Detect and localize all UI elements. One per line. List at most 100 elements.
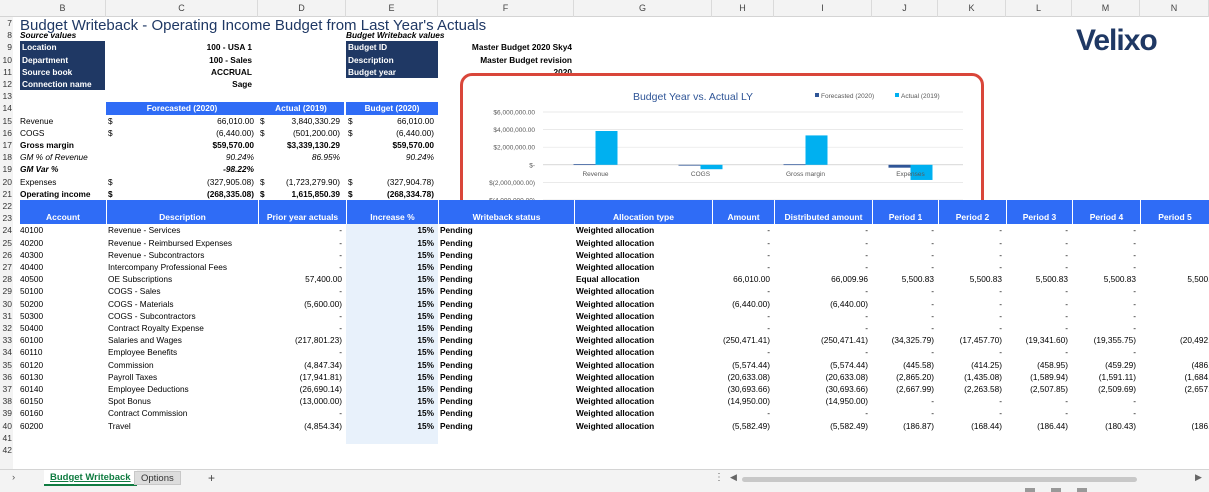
- table-cell[interactable]: 15%: [348, 224, 434, 236]
- table-cell[interactable]: -: [260, 249, 342, 261]
- table-cell[interactable]: Pending: [440, 237, 570, 249]
- table-cell[interactable]: -: [1142, 310, 1209, 322]
- table-cell[interactable]: 57,400.00: [260, 273, 342, 285]
- table-cell[interactable]: -: [1074, 407, 1136, 419]
- table-cell[interactable]: Pending: [440, 395, 570, 407]
- table-cell[interactable]: Payroll Taxes: [108, 371, 254, 383]
- row-number[interactable]: 35: [0, 359, 13, 371]
- table-cell[interactable]: (30,693.66): [776, 383, 868, 395]
- table-cell[interactable]: -: [1142, 261, 1209, 273]
- table-cell[interactable]: Pending: [440, 224, 570, 236]
- row-number[interactable]: 33: [0, 334, 13, 346]
- table-cell[interactable]: 15%: [348, 346, 434, 358]
- table-cell[interactable]: -: [776, 310, 868, 322]
- table-cell[interactable]: -: [776, 249, 868, 261]
- table-cell[interactable]: -: [1142, 322, 1209, 334]
- table-cell[interactable]: 15%: [348, 249, 434, 261]
- row-number[interactable]: 34: [0, 346, 13, 358]
- table-cell[interactable]: -: [1142, 285, 1209, 297]
- table-cell[interactable]: -: [874, 346, 934, 358]
- table-cell[interactable]: Employee Benefits: [108, 346, 254, 358]
- table-cell[interactable]: (20,633.08): [714, 371, 770, 383]
- table-cell[interactable]: 60140: [20, 383, 100, 395]
- table-cell[interactable]: (217,801.23): [260, 334, 342, 346]
- table-cell[interactable]: COGS - Materials: [108, 298, 254, 310]
- row-number[interactable]: 29: [0, 285, 13, 297]
- row-number[interactable]: 32: [0, 322, 13, 334]
- table-cell[interactable]: (1,684.5: [1142, 371, 1209, 383]
- table-cell[interactable]: (445.58): [874, 359, 934, 371]
- table-cell[interactable]: -: [714, 249, 770, 261]
- table-cell[interactable]: 60100: [20, 334, 100, 346]
- row-number[interactable]: 25: [0, 237, 13, 249]
- table-cell[interactable]: Pending: [440, 273, 570, 285]
- table-cell[interactable]: 60160: [20, 407, 100, 419]
- table-cell[interactable]: -: [776, 346, 868, 358]
- table-cell[interactable]: 50200: [20, 298, 100, 310]
- row-number[interactable]: 17: [0, 139, 13, 151]
- row-number[interactable]: 9: [0, 41, 13, 53]
- column-header-G[interactable]: G: [574, 0, 712, 17]
- table-cell[interactable]: Weighted allocation: [576, 322, 708, 334]
- table-header-period-4[interactable]: Period 4: [1072, 200, 1140, 225]
- table-cell[interactable]: 40200: [20, 237, 100, 249]
- table-cell[interactable]: (14,950.00): [714, 395, 770, 407]
- table-cell[interactable]: -: [776, 285, 868, 297]
- table-cell[interactable]: Pending: [440, 310, 570, 322]
- table-cell[interactable]: Pending: [440, 261, 570, 273]
- table-cell[interactable]: (14,950.00): [776, 395, 868, 407]
- table-cell[interactable]: -: [1074, 346, 1136, 358]
- table-cell[interactable]: 15%: [348, 383, 434, 395]
- table-cell[interactable]: -: [776, 261, 868, 273]
- table-cell[interactable]: Spot Bonus: [108, 395, 254, 407]
- scroll-left-icon[interactable]: ◀: [730, 472, 737, 483]
- table-cell[interactable]: (4,847.34): [260, 359, 342, 371]
- page-break-icon[interactable]: [1077, 488, 1087, 492]
- table-header-period-5[interactable]: Period 5: [1140, 200, 1209, 225]
- table-cell[interactable]: COGS - Sales: [108, 285, 254, 297]
- table-cell[interactable]: -: [874, 407, 934, 419]
- table-cell[interactable]: (486.2: [1142, 359, 1209, 371]
- column-header-H[interactable]: H: [712, 0, 774, 17]
- table-cell[interactable]: 15%: [348, 298, 434, 310]
- table-cell[interactable]: -: [1008, 285, 1068, 297]
- table-cell[interactable]: (186.44): [1008, 420, 1068, 432]
- table-cell[interactable]: (5,574.44): [776, 359, 868, 371]
- table-cell[interactable]: (17,941.81): [260, 371, 342, 383]
- table-cell[interactable]: -: [1008, 395, 1068, 407]
- normal-view-icon[interactable]: [1025, 488, 1035, 492]
- table-cell[interactable]: 60120: [20, 359, 100, 371]
- table-cell[interactable]: OE Subscriptions: [108, 273, 254, 285]
- table-cell[interactable]: -: [260, 322, 342, 334]
- table-cell[interactable]: 5,500.83: [940, 273, 1002, 285]
- tab-nav-icon[interactable]: ›: [6, 470, 21, 486]
- table-cell[interactable]: -: [874, 310, 934, 322]
- table-cell[interactable]: -: [714, 285, 770, 297]
- table-cell[interactable]: -: [260, 237, 342, 249]
- row-number[interactable]: 12: [0, 78, 13, 90]
- table-cell[interactable]: Weighted allocation: [576, 285, 708, 297]
- row-number[interactable]: 39: [0, 407, 13, 419]
- table-cell[interactable]: Weighted allocation: [576, 346, 708, 358]
- table-cell[interactable]: 5,500.83: [874, 273, 934, 285]
- table-cell[interactable]: 15%: [348, 420, 434, 432]
- table-cell[interactable]: -: [1142, 224, 1209, 236]
- table-cell[interactable]: -: [1074, 224, 1136, 236]
- table-cell[interactable]: (19,341.60): [1008, 334, 1068, 346]
- table-cell[interactable]: -: [874, 285, 934, 297]
- column-header-M[interactable]: M: [1072, 0, 1140, 17]
- table-cell[interactable]: Employee Deductions: [108, 383, 254, 395]
- table-cell[interactable]: (180.43): [1074, 420, 1136, 432]
- column-header-I[interactable]: I: [774, 0, 872, 17]
- column-header-B[interactable]: B: [20, 0, 106, 17]
- table-cell[interactable]: -: [260, 346, 342, 358]
- column-header-L[interactable]: L: [1006, 0, 1072, 17]
- table-cell[interactable]: -: [1142, 298, 1209, 310]
- table-cell[interactable]: Travel: [108, 420, 254, 432]
- table-cell[interactable]: 60150: [20, 395, 100, 407]
- table-cell[interactable]: Weighted allocation: [576, 420, 708, 432]
- table-cell[interactable]: 15%: [348, 261, 434, 273]
- table-cell[interactable]: Equal allocation: [576, 273, 708, 285]
- table-cell[interactable]: -: [1008, 298, 1068, 310]
- table-cell[interactable]: 50300: [20, 310, 100, 322]
